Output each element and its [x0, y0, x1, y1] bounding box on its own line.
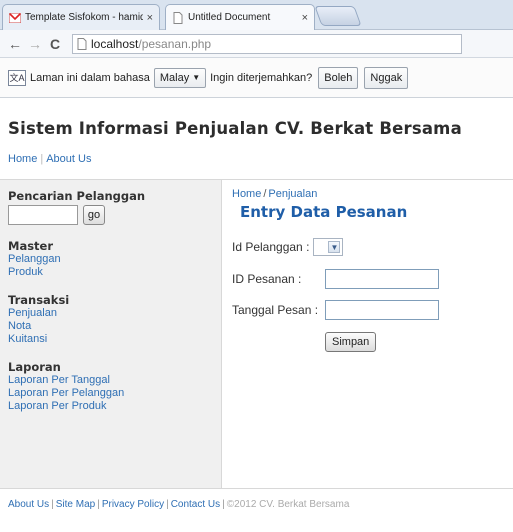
browser-tab-untitled[interactable]: Untitled Document × — [165, 4, 315, 30]
top-nav: Home | About Us — [8, 153, 91, 165]
footer-privacy-link[interactable]: Privacy Policy — [102, 499, 164, 510]
simpan-button[interactable]: Simpan — [325, 332, 377, 352]
section-heading: Master — [8, 239, 54, 253]
tanggal-pesan-input[interactable] — [325, 300, 439, 320]
gmail-icon — [9, 12, 21, 24]
tab-label: Template Sisfokom - hamidal — [25, 12, 143, 23]
sidebar-item-nota[interactable]: Nota — [8, 320, 213, 333]
translate-no-button[interactable]: Nggak — [364, 66, 409, 89]
browser-toolbar: ← → C localhost/pesanan.php — [0, 30, 513, 58]
translate-text-after: Ingin diterjemahkan? — [210, 71, 313, 84]
main-panel: Home / Penjualan Entry Data Pesanan Id Pel… — [232, 180, 502, 488]
footer-contact-link[interactable]: Contact Us — [171, 499, 220, 510]
language-value: Malay — [159, 71, 190, 84]
breadcrumb-penjualan-link[interactable]: Penjualan — [268, 188, 317, 200]
id-pelanggan-label: Id Pelanggan : — [232, 240, 310, 254]
site-title: Sistem Informasi Penjualan CV. Berkat Be… — [8, 119, 462, 138]
customer-search-input[interactable] — [8, 205, 78, 225]
tab-label: Untitled Document — [188, 12, 271, 23]
back-icon[interactable]: ← — [6, 35, 24, 53]
footer-sitemap-link[interactable]: Site Map — [56, 499, 95, 510]
go-button[interactable]: go — [83, 205, 105, 225]
search-row: go — [8, 205, 213, 225]
footer-separator: | — [222, 499, 225, 510]
translate-bar: 文A Laman ini dalam bahasa Malay ▼ Ingin … — [0, 58, 513, 98]
page-icon — [77, 37, 87, 50]
chevron-down-icon: ▼ — [328, 241, 341, 253]
sidebar: Pencarian Pelanggan go Master Pelanggan … — [0, 180, 222, 488]
sidebar-section-transaksi: Transaksi Penjualan Nota Kuitansi — [8, 293, 213, 346]
reload-icon[interactable]: C — [46, 35, 64, 53]
breadcrumb-home-link[interactable]: Home — [232, 188, 261, 200]
section-heading: Transaksi — [8, 293, 70, 307]
footer-separator: | — [97, 499, 100, 510]
footer: About Us | Site Map | Privacy Policy | Contact… — [8, 499, 349, 510]
document-icon — [172, 11, 184, 24]
breadcrumb-separator: / — [263, 188, 267, 200]
sidebar-item-penjualan[interactable]: Penjualan — [8, 307, 213, 320]
footer-copyright: ©2012 CV. Berkat Bersama — [226, 499, 350, 510]
nav-about-link[interactable]: About Us — [46, 153, 91, 165]
new-tab-button[interactable] — [314, 6, 362, 26]
content-layout: Pencarian Pelanggan go Master Pelanggan … — [0, 179, 513, 489]
sidebar-item-laporan-tanggal[interactable]: Laporan Per Tanggal — [8, 374, 213, 387]
sidebar-item-laporan-pelanggan[interactable]: Laporan Per Pelanggan — [8, 387, 213, 400]
translate-yes-button[interactable]: Boleh — [318, 66, 359, 89]
translate-text-before: Laman ini dalam bahasa — [30, 71, 150, 84]
sidebar-item-pelanggan[interactable]: Pelanggan — [8, 253, 213, 266]
page-content: Sistem Informasi Penjualan CV. Berkat Be… — [0, 99, 513, 532]
footer-separator: | — [166, 499, 169, 510]
sidebar-section-master: Master Pelanggan Produk — [8, 239, 213, 279]
id-pesanan-label: ID Pesanan : — [232, 272, 302, 286]
nav-home-link[interactable]: Home — [8, 153, 37, 165]
search-heading: Pencarian Pelanggan — [8, 189, 146, 203]
sidebar-section-laporan: Laporan Laporan Per Tanggal Laporan Per … — [8, 360, 213, 413]
tanggal-pesan-label: Tanggal Pesan : — [232, 303, 319, 317]
breadcrumb: Home / Penjualan — [232, 188, 502, 200]
sidebar-item-laporan-produk[interactable]: Laporan Per Produk — [8, 400, 213, 413]
browser-tab-sisfokom[interactable]: Template Sisfokom - hamidal × — [2, 4, 160, 30]
forward-icon[interactable]: → — [26, 35, 44, 53]
address-bar[interactable]: localhost/pesanan.php — [72, 33, 462, 54]
browser-tabstrip: Template Sisfokom - hamidal × Untitled D… — [0, 0, 513, 30]
id-pelanggan-select[interactable]: ▼ — [313, 238, 344, 256]
url-path: /pesanan.php — [138, 36, 212, 51]
sidebar-item-produk[interactable]: Produk — [8, 266, 213, 279]
translate-icon: 文A — [8, 69, 26, 86]
footer-separator: | — [51, 499, 54, 510]
id-pesanan-input[interactable] — [325, 269, 439, 289]
close-tab-icon[interactable]: × — [147, 12, 153, 24]
form-row-tanggal-pesan: Tanggal Pesan : — [232, 300, 439, 320]
section-heading: Laporan — [8, 360, 61, 374]
page-title: Entry Data Pesanan — [232, 203, 502, 221]
chevron-down-icon: ▼ — [192, 73, 201, 82]
form-row-id-pelanggan: Id Pelanggan : ▼ — [232, 238, 344, 256]
url-host: localhost — [91, 36, 139, 51]
nav-separator: | — [40, 153, 44, 165]
footer-about-link[interactable]: About Us — [8, 499, 49, 510]
language-select[interactable]: Malay ▼ — [153, 67, 207, 88]
sidebar-item-kuitansi[interactable]: Kuitansi — [8, 333, 213, 346]
form-row-id-pesanan: ID Pesanan : — [232, 269, 439, 289]
page-title-text: Entry Data Pesanan — [240, 203, 408, 221]
close-tab-icon[interactable]: × — [302, 12, 308, 24]
